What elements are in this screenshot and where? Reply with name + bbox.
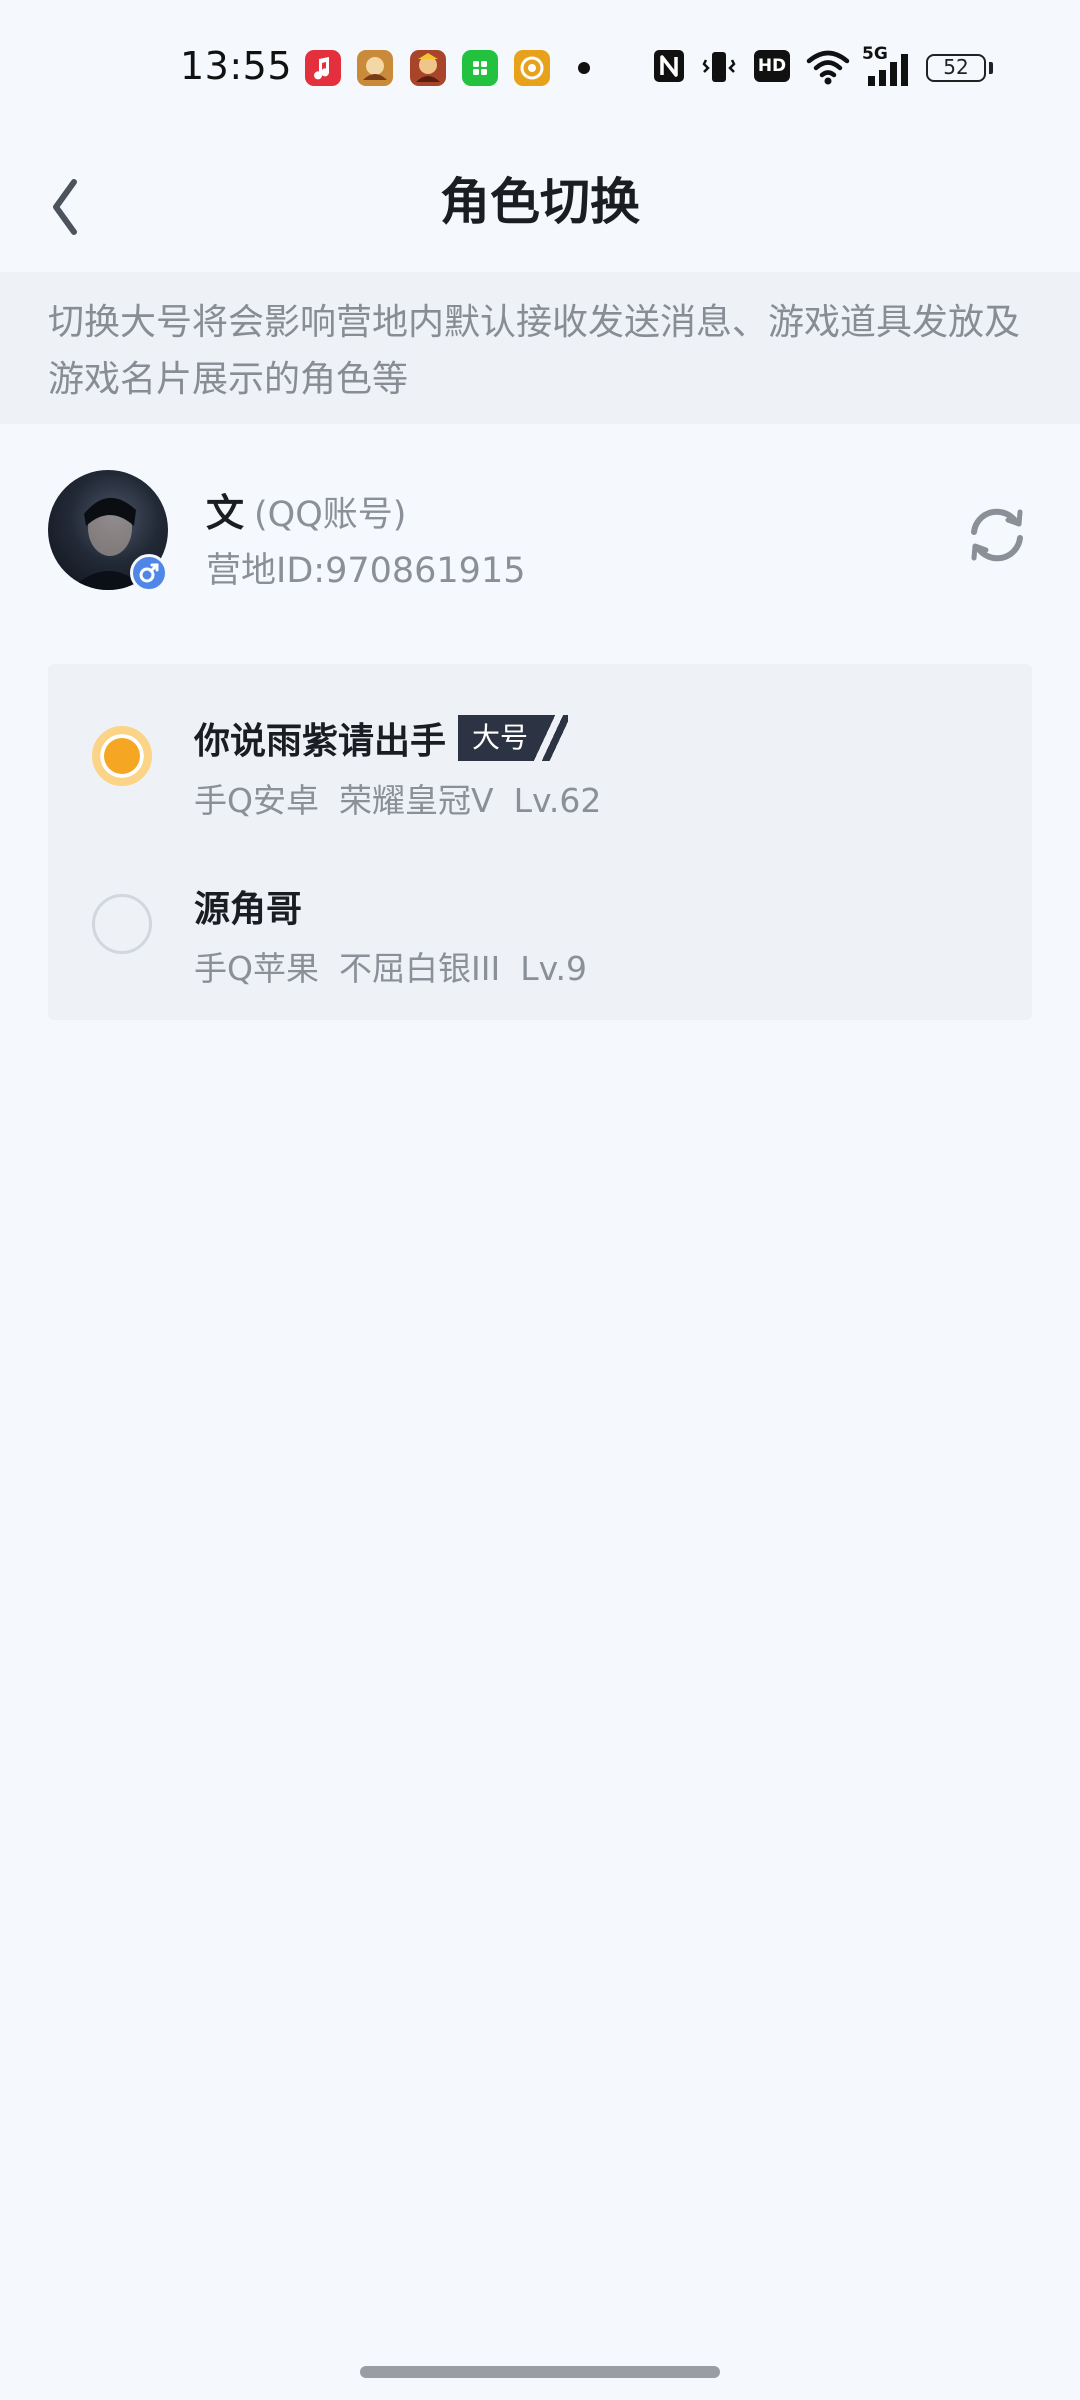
- signal-icon: [868, 54, 908, 86]
- role-platform: 手Q苹果: [194, 949, 319, 988]
- notification-dot: [578, 62, 590, 74]
- account-row: 文 (QQ账号) 营地ID:970861915: [0, 440, 1080, 620]
- refresh-button[interactable]: [962, 500, 1032, 570]
- hd-icon: HD: [754, 50, 790, 82]
- battery-icon: 52: [926, 54, 986, 82]
- role-name: 你说雨紫请出手: [194, 721, 447, 762]
- battery-cap: [989, 62, 993, 74]
- music-app-icon: [305, 50, 341, 86]
- green-app-icon: [462, 50, 498, 86]
- role-item[interactable]: 源角哥 手Q苹果 不屈白银III Lv.9: [48, 840, 1032, 1008]
- role-rank: 荣耀皇冠V: [338, 781, 494, 820]
- game-app-icon: [357, 50, 393, 86]
- role-rank: 不屈白银III: [338, 949, 501, 988]
- role-name: 源角哥: [194, 889, 303, 930]
- status-time: 13:55: [180, 44, 293, 88]
- game-app-icon-2: [410, 50, 446, 86]
- role-level: Lv.9: [520, 949, 588, 988]
- role-list: 你说雨紫请出手 大号 手Q安卓 荣耀皇冠V Lv.62 源角哥 手Q苹果 不屈白银III…: [48, 664, 1032, 1020]
- radio-selected[interactable]: [92, 726, 152, 786]
- role-platform: 手Q安卓: [194, 781, 319, 820]
- nfc-icon: [654, 50, 684, 82]
- male-icon: [130, 554, 168, 592]
- vibrate-icon: [702, 52, 736, 82]
- account-type: (QQ账号): [254, 495, 407, 535]
- role-meta: 手Q苹果 不屈白银III Lv.9: [194, 942, 607, 990]
- main-account-badge: 大号: [458, 715, 569, 761]
- home-indicator[interactable]: [360, 2366, 720, 2378]
- notice-banner: 切换大号将会影响营地内默认接收发送消息、游戏道具发放及游戏名片展示的角色等: [0, 272, 1080, 424]
- role-meta: 手Q安卓 荣耀皇冠V Lv.62: [194, 774, 621, 822]
- orange-app-icon: [514, 50, 550, 86]
- role-name-line: 你说雨紫请出手 大号: [194, 712, 569, 762]
- account-name: 文: [206, 491, 245, 535]
- radio-unselected[interactable]: [92, 894, 152, 954]
- header: 角色切换: [0, 132, 1080, 272]
- wifi-icon: [806, 50, 850, 85]
- role-name-line: 源角哥: [194, 880, 303, 930]
- status-bar: 13:55 HD 5G 52: [0, 0, 1080, 132]
- account-id: 营地ID:970861915: [206, 551, 526, 591]
- refresh-icon: [971, 508, 1023, 562]
- account-name-line: 文 (QQ账号): [206, 482, 406, 537]
- role-item[interactable]: 你说雨紫请出手 大号 手Q安卓 荣耀皇冠V Lv.62: [48, 672, 1032, 840]
- page-title: 角色切换: [440, 173, 640, 231]
- role-level: Lv.62: [513, 781, 602, 820]
